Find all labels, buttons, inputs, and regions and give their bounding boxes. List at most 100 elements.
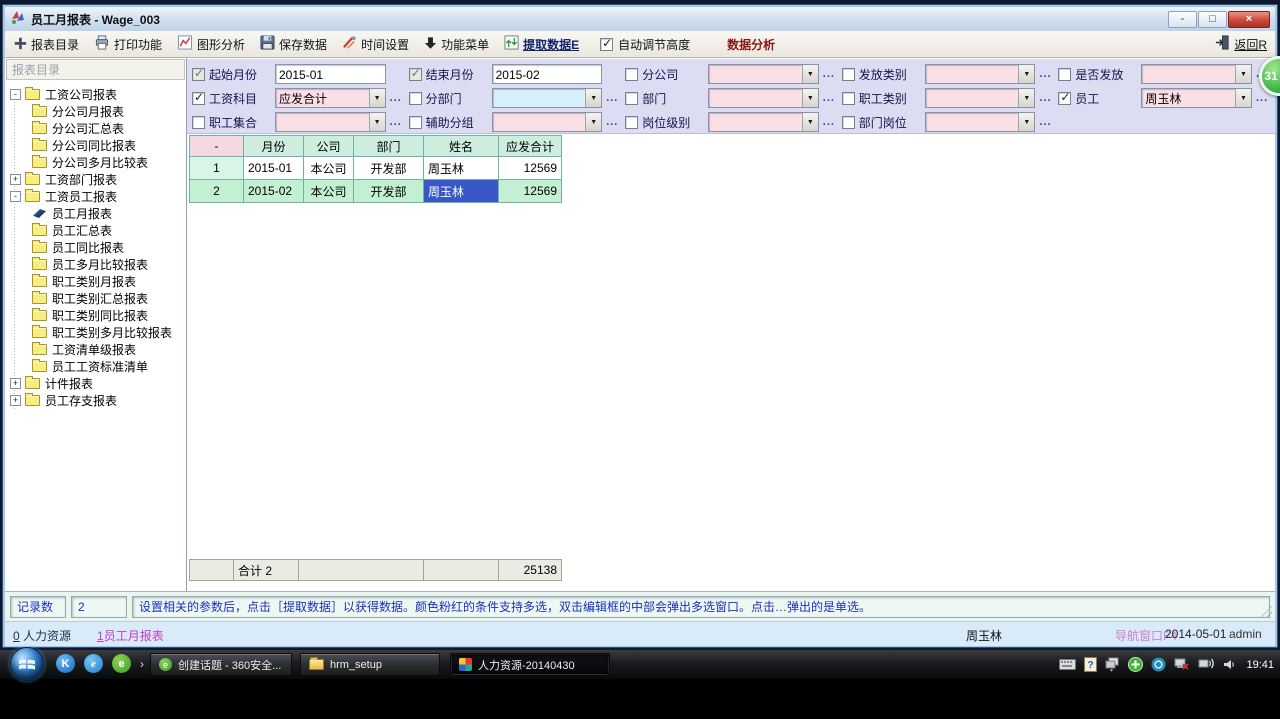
column-header-company[interactable]: 公司 xyxy=(304,135,354,157)
filter-checkbox[interactable] xyxy=(1058,68,1071,81)
filter-checkbox[interactable] xyxy=(192,116,205,129)
data-analysis-button[interactable]: 数据分析 xyxy=(727,36,775,53)
tree-item[interactable]: 分公司月报表 xyxy=(8,103,186,120)
ellipsis-button[interactable]: ... xyxy=(823,92,836,104)
browser-360-icon[interactable]: e xyxy=(112,654,131,673)
filter-checkbox[interactable] xyxy=(625,92,638,105)
dropdown-arrow-icon[interactable]: ▼ xyxy=(1018,65,1034,83)
filter-control[interactable]: ▼ xyxy=(492,88,603,108)
tree-toggle-icon[interactable]: - xyxy=(10,191,21,202)
filter-control[interactable]: ▼ xyxy=(925,112,1036,132)
tree-item[interactable]: 分公司同比报表 xyxy=(8,137,186,154)
ellipsis-button[interactable]: ... xyxy=(606,92,619,104)
save-data-button[interactable]: 保存数据 xyxy=(260,35,327,53)
tab-hr-home[interactable]: 0 人力资源 xyxy=(13,627,71,644)
k-app-icon[interactable]: K xyxy=(56,654,75,673)
ellipsis-button[interactable]: ... xyxy=(823,116,836,128)
tree-item[interactable]: 员工同比报表 xyxy=(8,239,186,256)
tree-item[interactable]: 员工月报表 xyxy=(8,205,186,222)
total-cell[interactable]: 12569 xyxy=(499,157,562,180)
tab-employee-monthly-report[interactable]: 1员工月报表 xyxy=(97,627,239,644)
tree-item[interactable]: 员工汇总表 xyxy=(8,222,186,239)
filter-control[interactable]: ▼ xyxy=(708,112,819,132)
ellipsis-button[interactable]: ... xyxy=(390,92,403,104)
column-header-total[interactable]: 应发合计 xyxy=(499,135,562,157)
tree-item[interactable]: 分公司汇总表 xyxy=(8,120,186,137)
filter-control[interactable]: ▼ xyxy=(925,64,1036,84)
browser-circle-icon[interactable] xyxy=(1151,657,1166,672)
start-button[interactable] xyxy=(10,647,44,681)
row-number-cell[interactable]: 1 xyxy=(189,157,244,180)
green-plus-icon[interactable] xyxy=(1128,657,1143,672)
month-cell[interactable]: 2015-01 xyxy=(244,157,304,180)
dropdown-arrow-icon[interactable]: ▼ xyxy=(585,113,601,131)
dept-cell[interactable]: 开发部 xyxy=(354,157,424,180)
company-cell[interactable]: 本公司 xyxy=(304,157,354,180)
report-catalog-button[interactable]: 报表目录 xyxy=(13,36,79,53)
network-signal-icon[interactable] xyxy=(1198,658,1215,671)
ellipsis-button[interactable]: ... xyxy=(823,68,836,80)
ellipsis-button[interactable]: ... xyxy=(1039,92,1052,104)
tree-toggle-icon[interactable]: + xyxy=(10,395,21,406)
tree-item[interactable]: 职工类别月报表 xyxy=(8,273,186,290)
tree-toggle-icon[interactable]: - xyxy=(10,89,21,100)
dropdown-arrow-icon[interactable]: ▼ xyxy=(369,113,385,131)
dropdown-arrow-icon[interactable]: ▼ xyxy=(1018,89,1034,107)
keyboard-icon[interactable] xyxy=(1059,659,1076,670)
filter-control[interactable]: 2015-01 ▼ xyxy=(275,64,386,84)
title-bar[interactable]: 员工月报表 - Wage_003 - □ × xyxy=(5,7,1275,31)
dropdown-arrow-icon[interactable]: ▼ xyxy=(1018,113,1034,131)
tree-item[interactable]: 分公司多月比较表 xyxy=(8,154,186,171)
column-header-name[interactable]: 姓名 xyxy=(424,135,499,157)
filter-checkbox[interactable] xyxy=(842,116,855,129)
graph-analysis-button[interactable]: 图形分析 xyxy=(177,35,245,53)
print-button[interactable]: 打印功能 xyxy=(94,35,162,53)
dept-cell[interactable]: 开发部 xyxy=(354,180,424,203)
time-settings-button[interactable]: 时间设置 xyxy=(342,35,409,53)
dropdown-arrow-icon[interactable]: ▼ xyxy=(802,89,818,107)
tree-toggle-icon[interactable]: + xyxy=(10,174,21,185)
company-cell[interactable]: 本公司 xyxy=(304,180,354,203)
column-header-month[interactable]: 月份 xyxy=(244,135,304,157)
column-header-dept[interactable]: 部门 xyxy=(354,135,424,157)
dropdown-arrow-icon[interactable]: ▼ xyxy=(369,89,385,107)
filter-checkbox[interactable] xyxy=(409,92,422,105)
filter-checkbox[interactable] xyxy=(625,68,638,81)
tree-item[interactable]: 职工类别同比报表 xyxy=(8,307,186,324)
corner-header-cell[interactable]: - xyxy=(189,135,244,157)
auto-height-checkbox-group[interactable]: 自动调节高度 xyxy=(600,36,690,53)
tree-item[interactable]: 职工类别汇总报表 xyxy=(8,290,186,307)
tree-item[interactable]: - 工资员工报表 xyxy=(8,188,186,205)
ellipsis-button[interactable]: ... xyxy=(1256,92,1269,104)
row-number-cell[interactable]: 2 xyxy=(189,180,244,203)
clock[interactable]: 19:41 xyxy=(1246,659,1274,671)
dropdown-arrow-icon[interactable]: ▼ xyxy=(1235,89,1251,107)
help-book-icon[interactable]: ? xyxy=(1084,657,1097,672)
filter-control[interactable]: ▼ xyxy=(492,112,603,132)
filter-checkbox[interactable] xyxy=(842,68,855,81)
tree-item[interactable]: + 员工存支报表 xyxy=(8,392,186,409)
filter-control[interactable]: 2015-02 ▼ xyxy=(492,64,603,84)
network-error-icon[interactable] xyxy=(1174,658,1190,671)
name-cell[interactable]: 周玉林 xyxy=(424,157,499,180)
filter-control[interactable]: ▼ xyxy=(925,88,1036,108)
month-cell[interactable]: 2015-02 xyxy=(244,180,304,203)
filter-checkbox[interactable] xyxy=(1058,92,1071,105)
filter-control[interactable]: ▼ xyxy=(275,112,386,132)
filter-checkbox[interactable] xyxy=(192,92,205,105)
minimize-button[interactable]: - xyxy=(1168,11,1197,28)
maximize-button[interactable]: □ xyxy=(1198,11,1227,28)
ellipsis-button[interactable]: ... xyxy=(1039,68,1052,80)
ellipsis-button[interactable]: ... xyxy=(606,116,619,128)
taskbar-button-hr-app[interactable]: 人力资源-20140430 xyxy=(450,653,610,676)
dropdown-arrow-icon[interactable]: ▼ xyxy=(802,113,818,131)
tree-item[interactable]: 职工类别多月比较报表 xyxy=(8,324,186,341)
ellipsis-button[interactable]: ... xyxy=(390,116,403,128)
window-stack-icon[interactable] xyxy=(1105,657,1120,672)
filter-checkbox[interactable] xyxy=(409,68,422,81)
tree-item[interactable]: 员工多月比较报表 xyxy=(8,256,186,273)
filter-control[interactable]: ▼ xyxy=(1141,64,1252,84)
tree-item[interactable]: 工资清单级报表 xyxy=(8,341,186,358)
filter-checkbox[interactable] xyxy=(409,116,422,129)
filter-checkbox[interactable] xyxy=(192,68,205,81)
